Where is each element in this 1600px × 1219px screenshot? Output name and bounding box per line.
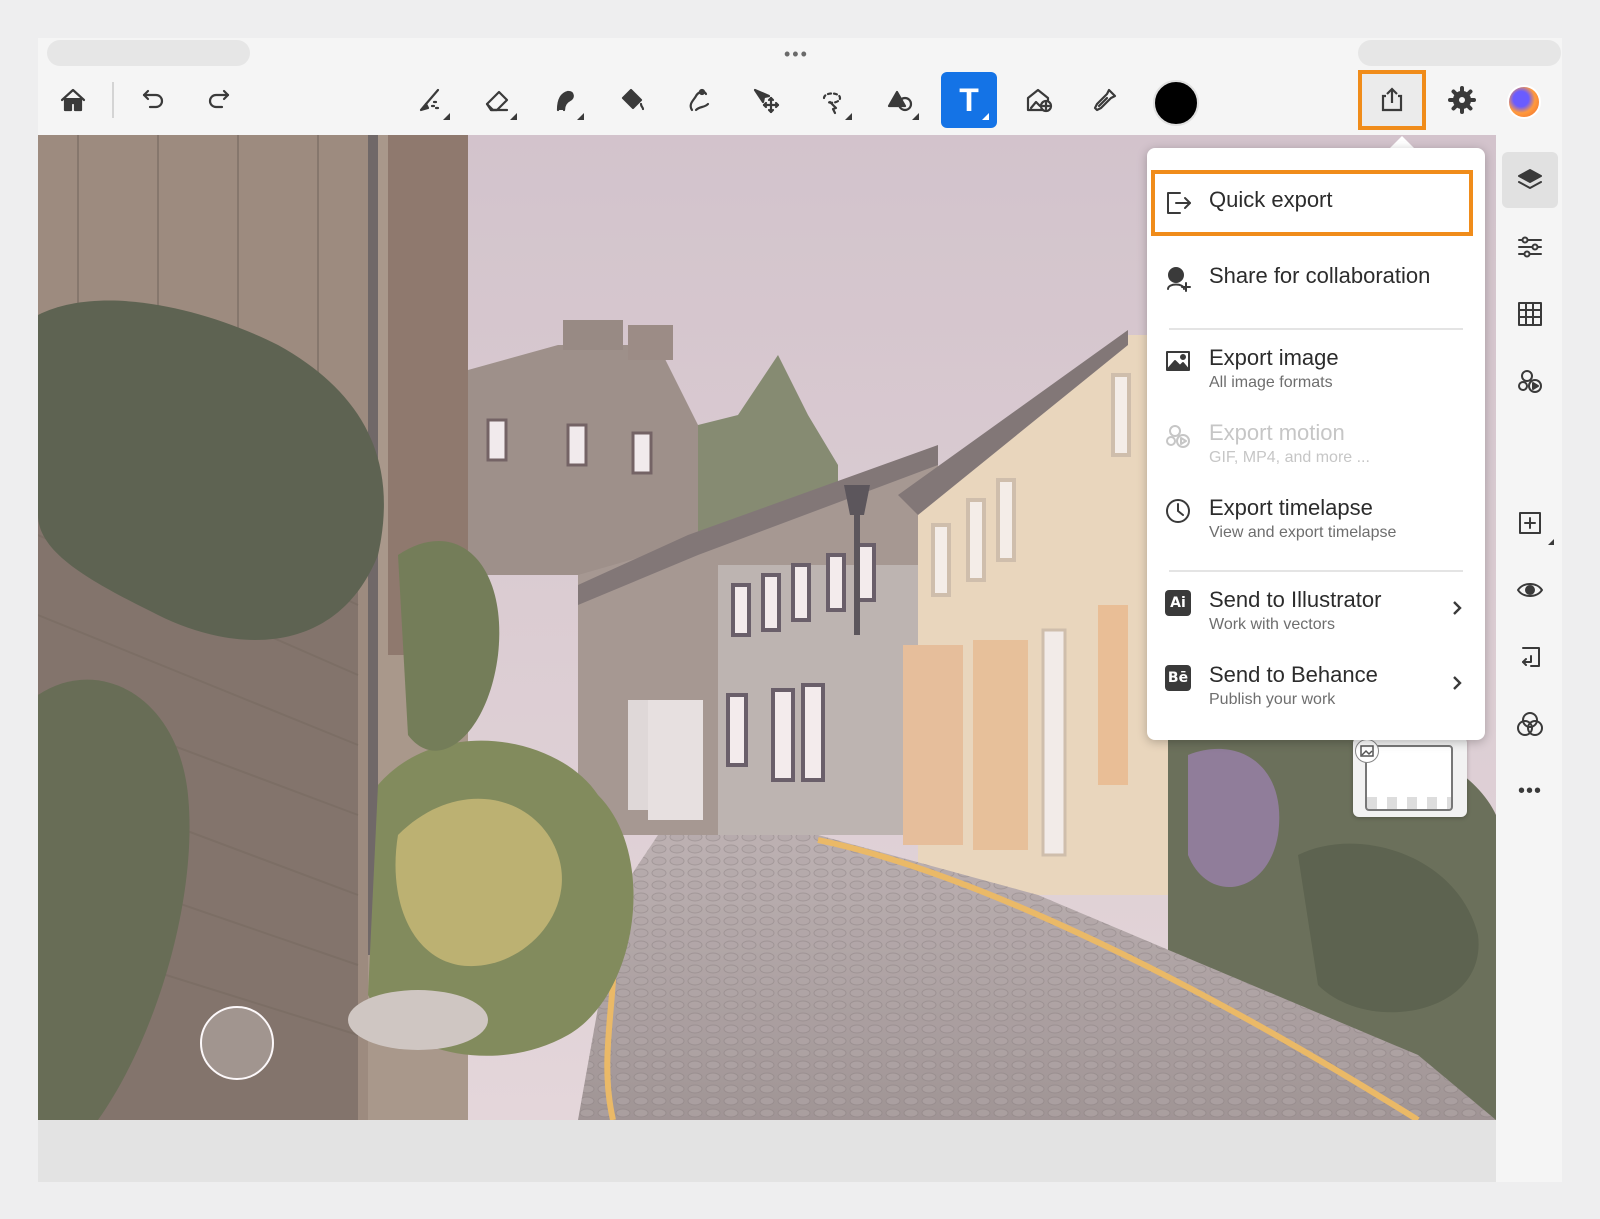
menu-item-export-timelapse[interactable]: Export timelapse View and export timelap… <box>1163 494 1473 544</box>
status-bar-right <box>1358 40 1561 66</box>
current-color-swatch[interactable] <box>1153 80 1199 126</box>
image-icon <box>1166 351 1190 371</box>
image-layer-icon <box>1355 739 1379 763</box>
toolbar-divider <box>112 82 114 118</box>
import-button[interactable] <box>1502 629 1558 685</box>
eye-icon <box>1517 583 1543 597</box>
adjustments-button[interactable] <box>1502 219 1558 275</box>
motion-icon <box>1166 425 1190 448</box>
menu-item-label: Export image <box>1209 345 1339 370</box>
tool-options-indicator <box>443 113 450 120</box>
smudge-icon <box>556 90 574 112</box>
adjustments-icon <box>1518 236 1542 258</box>
layer-thumbnail-card[interactable] <box>1353 737 1467 817</box>
top-toolbar <box>38 66 1562 134</box>
eyedropper-tool[interactable] <box>1077 72 1133 128</box>
animation-icon <box>1518 370 1542 393</box>
menu-item-quick-export[interactable]: Quick export <box>1163 186 1473 218</box>
fill-tool[interactable] <box>603 72 659 128</box>
redo-button[interactable] <box>192 72 248 128</box>
text-icon: T <box>959 82 979 118</box>
menu-item-label: Quick export <box>1209 187 1333 212</box>
chevron-right-icon <box>1447 673 1467 693</box>
tool-options-indicator <box>982 113 989 120</box>
quick-export-icon <box>1167 192 1191 214</box>
place-image-tool[interactable] <box>1010 72 1066 128</box>
user-avatar[interactable] <box>1507 85 1541 119</box>
menu-item-subtitle: Work with vectors <box>1209 616 1335 633</box>
menu-item-subtitle: View and export timelapse <box>1209 524 1397 541</box>
eyedropper-icon <box>1093 88 1117 112</box>
layers-button[interactable] <box>1502 152 1558 208</box>
import-icon <box>1522 647 1540 667</box>
tool-options-indicator <box>510 113 517 120</box>
tool-options-indicator <box>845 113 852 120</box>
tool-options-indicator <box>912 113 919 120</box>
status-bar-left <box>47 40 250 66</box>
transform-tool[interactable] <box>737 72 793 128</box>
undo-button[interactable] <box>124 72 180 128</box>
settings-button[interactable] <box>1434 72 1490 128</box>
home-icon <box>60 88 86 112</box>
brush-icon <box>419 88 440 112</box>
menu-item-subtitle: GIF, MP4, and more ... <box>1209 449 1370 466</box>
grid-button[interactable] <box>1502 286 1558 342</box>
animation-button[interactable] <box>1502 353 1558 409</box>
bottom-area <box>38 1120 1496 1182</box>
shape-tool[interactable] <box>871 72 927 128</box>
share-export-button[interactable] <box>1358 70 1426 130</box>
clock-icon <box>1166 499 1190 523</box>
shape-icon <box>887 90 913 112</box>
menu-item-label: Export motion <box>1209 420 1345 445</box>
transform-icon <box>753 88 780 114</box>
share-collaboration-icon <box>1167 267 1191 292</box>
tool-options-indicator <box>1548 539 1554 545</box>
fill-icon <box>621 88 645 111</box>
illustrator-icon: Ai <box>1165 590 1191 616</box>
add-layer-icon <box>1519 512 1541 534</box>
behance-icon: Bē <box>1165 665 1191 691</box>
menu-item-share-collaboration[interactable]: Share for collaboration <box>1163 262 1473 294</box>
visibility-button[interactable] <box>1502 562 1558 618</box>
grid-icon <box>1518 302 1542 326</box>
liquify-tool[interactable] <box>670 72 726 128</box>
menu-divider <box>1169 570 1463 572</box>
text-tool[interactable]: T <box>941 72 997 128</box>
eraser-icon <box>485 90 509 112</box>
menu-item-send-illustrator[interactable]: Ai Send to Illustrator Work with vectors <box>1163 586 1473 636</box>
blend-button[interactable] <box>1502 696 1558 752</box>
gear-icon <box>1448 86 1476 114</box>
menu-item-label: Send to Behance <box>1209 662 1378 687</box>
menu-item-export-motion: Export motion GIF, MP4, and more ... <box>1163 419 1473 469</box>
undo-icon <box>142 89 164 109</box>
multitask-dots[interactable]: ••• <box>784 44 809 65</box>
layers-icon <box>1518 169 1542 189</box>
liquify-icon <box>689 88 710 112</box>
share-icon <box>1381 87 1403 112</box>
tool-options-indicator <box>577 113 584 120</box>
brush-tool[interactable] <box>402 72 458 128</box>
blend-icon <box>1517 712 1543 736</box>
more-button[interactable]: ••• <box>1502 763 1558 819</box>
home-button[interactable] <box>45 72 101 128</box>
chevron-right-icon <box>1447 598 1467 618</box>
menu-divider <box>1169 328 1463 330</box>
place-image-icon <box>1026 88 1053 113</box>
menu-item-subtitle: Publish your work <box>1209 691 1336 708</box>
redo-icon <box>208 89 230 109</box>
selection-icon <box>822 92 842 115</box>
menu-item-label: Export timelapse <box>1209 495 1373 520</box>
menu-item-label: Share for collaboration <box>1209 263 1431 288</box>
more-icon: ••• <box>1517 779 1542 802</box>
selection-tool[interactable] <box>804 72 860 128</box>
menu-item-subtitle: All image formats <box>1209 374 1333 391</box>
smudge-tool[interactable] <box>536 72 592 128</box>
eraser-tool[interactable] <box>469 72 525 128</box>
add-layer-button[interactable] <box>1502 495 1558 551</box>
menu-item-label: Send to Illustrator <box>1209 587 1382 612</box>
menu-item-export-image[interactable]: Export image All image formats <box>1163 344 1473 394</box>
menu-item-send-behance[interactable]: Bē Send to Behance Publish your work <box>1163 661 1473 711</box>
